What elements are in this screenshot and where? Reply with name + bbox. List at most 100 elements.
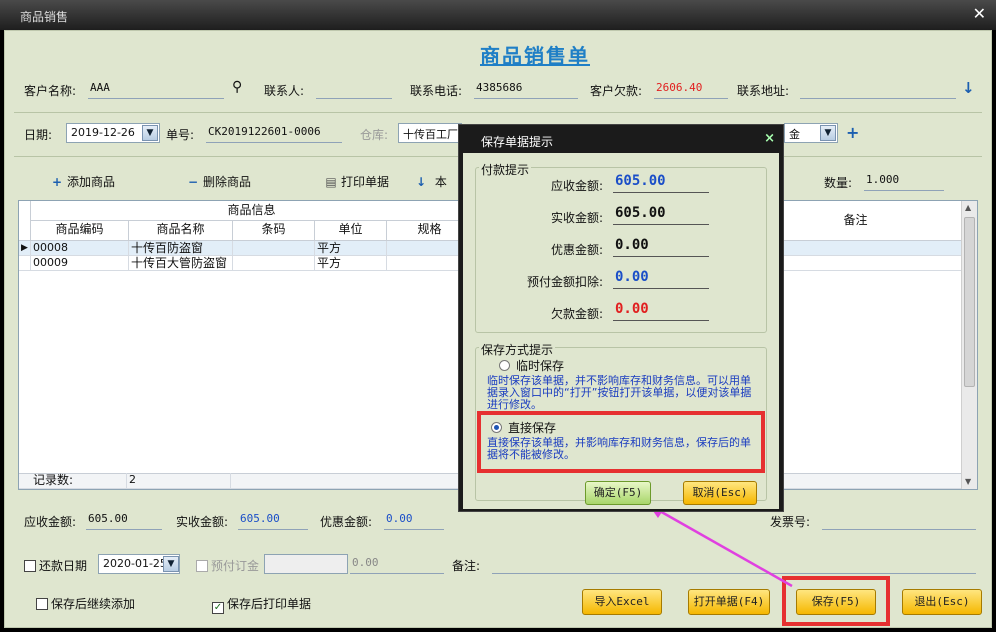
window-close-button[interactable]: ✕ (973, 4, 986, 23)
row-pointer (19, 256, 31, 271)
continue-add-checkbox[interactable]: 保存后继续添加 (36, 595, 135, 612)
print-after-label: 保存后打印单据 (227, 597, 312, 611)
cell-barcode[interactable] (233, 256, 315, 271)
column-header[interactable]: 商品编码 (31, 221, 129, 241)
print-after-checkbox[interactable]: ✓ 保存后打印单据 (212, 595, 311, 614)
cell-unit[interactable]: 平方 (315, 256, 387, 271)
cell-unit[interactable]: 平方 (315, 241, 387, 256)
scrollbar-thumb[interactable] (964, 217, 975, 387)
checkbox-box (36, 598, 48, 610)
payment-group-label: 付款提示 (479, 161, 532, 178)
radio-icon (499, 360, 510, 371)
extra-select-value: 金 (789, 128, 800, 141)
discount-field[interactable]: 0.00 (384, 512, 444, 530)
open-doc-button[interactable]: 打开单据(F4) (688, 589, 770, 615)
address-label: 联系地址: (737, 84, 790, 98)
quantity-field[interactable]: 1.000 (864, 173, 944, 191)
order-label: 单号: (166, 128, 195, 142)
scroll-down-icon[interactable]: ▼ (965, 477, 971, 486)
plus-icon: + (51, 175, 63, 189)
chevron-down-icon[interactable]: ▼ (163, 556, 179, 572)
repay-date-value: 2020-01-25 (103, 557, 167, 570)
contact-field[interactable] (316, 81, 392, 99)
binoculars-icon[interactable]: ⚲ (232, 79, 242, 95)
add-icon[interactable]: + (846, 123, 859, 142)
record-count-label: 记录数: (31, 473, 127, 489)
direct-save-label: 直接保存 (508, 421, 557, 435)
window-title: 商品销售 (20, 10, 69, 24)
dialog-title: 保存单据提示 (481, 135, 554, 149)
direct-save-radio[interactable]: 直接保存 (491, 419, 556, 436)
receivable-label: 应收金额: (24, 515, 77, 529)
save-prompt-dialog: 保存单据提示 × 付款提示 应收金额: 605.00 实收金额: 605.00 … (458, 124, 784, 512)
prepay-select (264, 554, 348, 574)
dlg-received-value: 605.00 (613, 205, 709, 225)
delete-product-button[interactable]: − 删除商品 (186, 173, 251, 190)
add-product-label: 添加商品 (67, 175, 116, 189)
exit-button[interactable]: 退出(Esc) (902, 589, 982, 615)
invoice-field[interactable] (822, 512, 976, 530)
phone-field[interactable]: 4385686 (474, 81, 578, 99)
import-excel-button[interactable]: 导入Excel (582, 589, 662, 615)
prepay-field: 0.00 (350, 556, 444, 574)
column-header[interactable]: 单位 (315, 221, 387, 241)
debt-field: 2606.40 (654, 81, 728, 99)
chevron-down-icon[interactable]: ▼ (820, 125, 836, 141)
cell-barcode[interactable] (233, 241, 315, 256)
dialog-close-button[interactable]: × (764, 131, 775, 146)
column-header[interactable]: 商品名称 (129, 221, 233, 241)
row-pointer-icon: ▶ (19, 241, 31, 256)
arrow-down-icon[interactable]: ↓ (962, 79, 975, 97)
dlg-prepaid-label: 预付金额扣除: (526, 275, 603, 289)
cell-name[interactable]: 十传百防盗窗 (129, 241, 233, 256)
phone-label: 联系电话: (410, 84, 463, 98)
column-header[interactable]: 条码 (233, 221, 315, 241)
print-label: 打印单据 (341, 175, 390, 189)
dlg-discount-label: 优惠金额: (550, 243, 603, 257)
save-mode-group-label: 保存方式提示 (479, 341, 556, 358)
temp-save-note: 临时保存该单据，并不影响库存和财务信息。可以用单据录入窗口中的“打开”按钮打开该… (487, 375, 752, 411)
repay-date-checkbox[interactable]: 还款日期 (24, 557, 87, 574)
cell-code[interactable]: 00008 (31, 241, 129, 256)
dialog-cancel-button[interactable]: 取消(Esc) (683, 481, 757, 505)
chevron-down-icon[interactable]: ▼ (142, 125, 158, 141)
date-label: 日期: (24, 128, 53, 142)
record-count-value: 2 (127, 473, 231, 489)
dialog-body: 付款提示 应收金额: 605.00 实收金额: 605.00 优惠金额: 0.0… (463, 153, 779, 509)
warehouse-label: 仓库: (360, 128, 389, 142)
customer-label: 客户名称: (24, 84, 77, 98)
grid-scrollbar[interactable]: ▲ ▼ (961, 201, 977, 489)
temp-save-radio[interactable]: 临时保存 (499, 357, 564, 374)
repay-date-label: 还款日期 (39, 559, 88, 573)
address-field[interactable] (800, 81, 956, 99)
dialog-ok-button[interactable]: 确定(F5) (585, 481, 651, 505)
check-icon: ✓ (212, 602, 224, 614)
dlg-owed-value: 0.00 (613, 301, 709, 321)
add-product-button[interactable]: + 添加商品 (50, 173, 115, 190)
annotation-arrow (648, 504, 793, 588)
scroll-up-icon[interactable]: ▲ (965, 203, 971, 212)
save-button[interactable]: 保存(F5) (796, 589, 876, 615)
window-titlebar: 商品销售 ✕ (0, 0, 996, 30)
warehouse-value: 十传百工厂 (403, 128, 458, 141)
received-label: 实收金额: (176, 515, 229, 529)
dlg-discount-value: 0.00 (613, 237, 709, 257)
customer-field[interactable]: AAA (88, 81, 224, 99)
received-field[interactable]: 605.00 (238, 512, 308, 530)
receivable-field: 605.00 (86, 512, 162, 530)
warehouse-select[interactable]: 十传百工厂 (398, 123, 462, 143)
print-button[interactable]: ▤ 打印单据 (324, 173, 389, 190)
delete-product-label: 删除商品 (203, 175, 252, 189)
cell-name[interactable]: 十传百大管防盗窗 (129, 256, 233, 271)
dlg-receivable-label: 应收金额: (550, 179, 603, 193)
printer-icon: ▤ (325, 175, 337, 189)
prepay-checkbox: 预付订金 (196, 557, 259, 574)
prepay-label: 预付订金 (211, 559, 260, 573)
contact-label: 联系人: (264, 84, 305, 98)
arrow-down-icon: ↓ (415, 175, 427, 189)
cell-code[interactable]: 00009 (31, 256, 129, 271)
checkbox-box (24, 560, 36, 572)
partial-button[interactable]: ↓ 本 (414, 173, 447, 190)
form-heading: 商品销售单 (480, 44, 590, 68)
partial-label: 本 (434, 175, 447, 189)
